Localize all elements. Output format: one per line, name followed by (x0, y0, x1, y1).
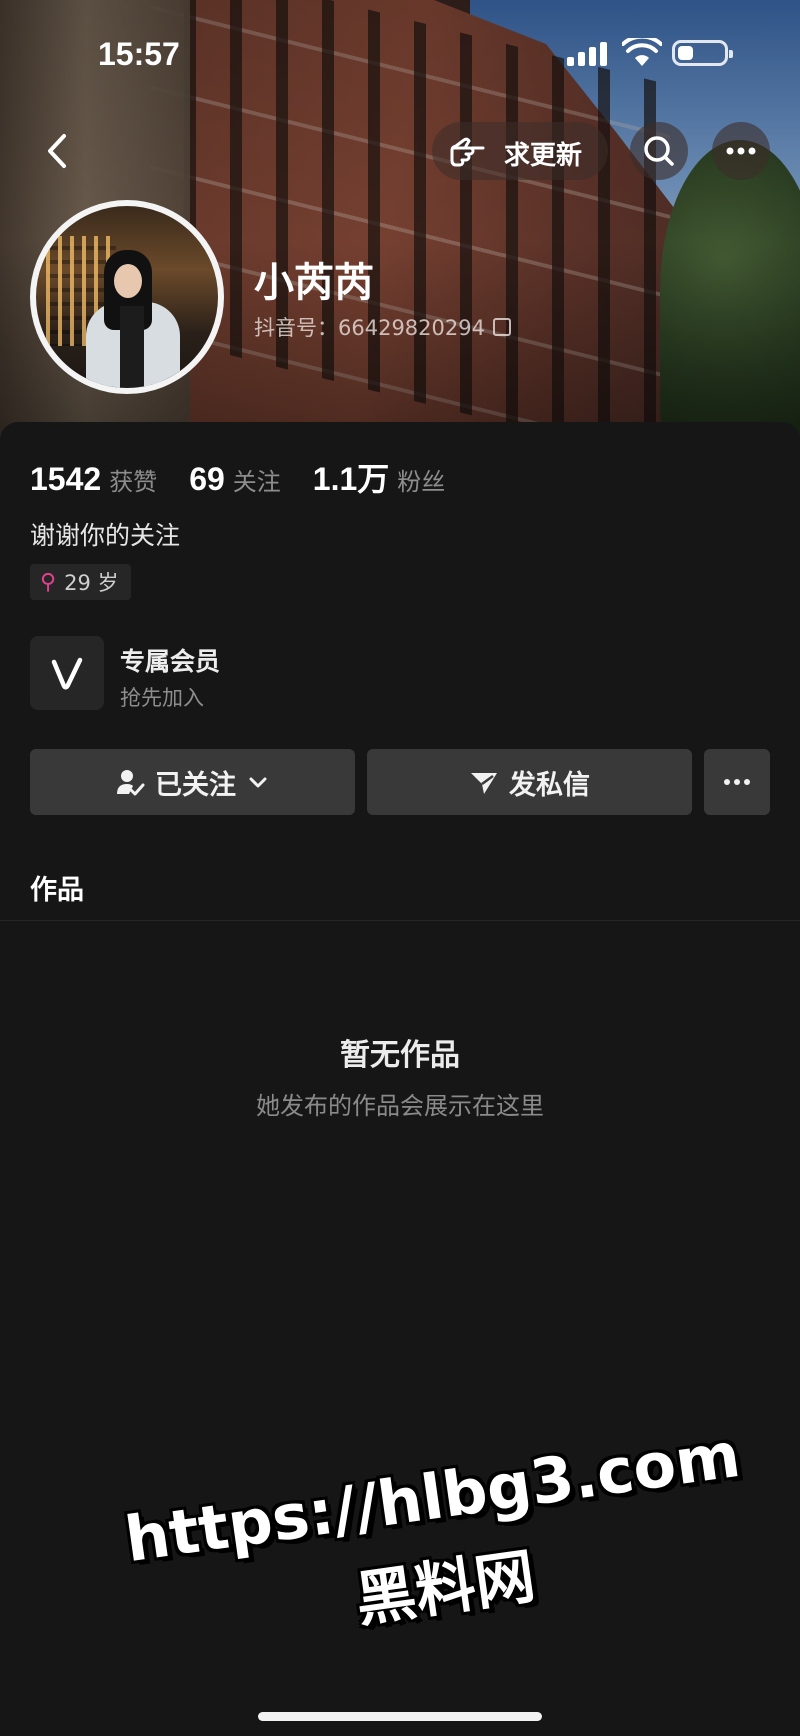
more-dots-icon (726, 147, 756, 155)
chevron-left-icon (48, 134, 66, 168)
stat-likes[interactable]: 1542 获赞 (30, 461, 157, 498)
followed-label: 已关注 (155, 769, 236, 801)
stat-likes-label: 获赞 (109, 468, 158, 496)
search-icon (644, 136, 674, 166)
profile-bio: 谢谢你的关注 (30, 521, 181, 550)
send-message-button[interactable]: 发私信 (367, 749, 692, 815)
stat-following-label: 关注 (232, 468, 281, 496)
send-message-label: 发私信 (509, 769, 590, 801)
paper-plane-icon (471, 773, 497, 794)
back-button[interactable] (34, 126, 84, 176)
age-tag: ⚲ 29 岁 (30, 564, 131, 600)
chevron-down-icon (249, 777, 267, 788)
search-button[interactable] (630, 122, 688, 180)
divider (0, 920, 800, 921)
empty-state-subtitle: 她发布的作品会展示在这里 (256, 1092, 544, 1120)
empty-state-title: 暂无作品 (340, 1038, 460, 1073)
avatar[interactable] (30, 200, 224, 394)
stat-following[interactable]: 69 关注 (189, 461, 281, 498)
female-symbol-icon: ⚲ (40, 569, 57, 595)
stat-followers-label: 粉丝 (397, 468, 446, 496)
profile-name: 小芮芮 (254, 260, 374, 306)
stat-followers[interactable]: 1.1万 粉丝 (313, 454, 446, 500)
stat-following-value: 69 (189, 461, 225, 497)
more-menu-button[interactable] (712, 122, 770, 180)
v-badge-icon (51, 657, 83, 690)
stats-row: 1542 获赞 69 关注 1.1万 粉丝 (30, 454, 477, 500)
membership-subtitle: 抢先加入 (120, 686, 204, 710)
more-actions-button[interactable] (704, 749, 770, 815)
pointing-hand-icon (450, 137, 485, 167)
membership-tile (30, 636, 104, 710)
request-update-button[interactable]: 求更新 (432, 122, 608, 180)
wifi-icon (622, 38, 662, 66)
user-check-icon (117, 770, 145, 796)
battery-icon (672, 40, 733, 66)
followed-button[interactable]: 已关注 (30, 749, 355, 815)
cellular-signal-icon (567, 42, 611, 66)
tab-works[interactable]: 作品 (30, 868, 84, 907)
membership-title: 专属会员 (120, 647, 221, 676)
more-dots-icon (724, 779, 750, 785)
status-time: 15:57 (98, 36, 180, 72)
status-bar: 15:57 (0, 0, 800, 100)
home-indicator[interactable] (258, 1712, 542, 1721)
battery-level (678, 46, 693, 60)
stat-followers-value: 1.1万 (312, 461, 390, 497)
copy-icon[interactable] (492, 318, 511, 336)
douyin-id[interactable]: 抖音号：66429820294 (254, 312, 511, 342)
request-update-label: 求更新 (504, 141, 583, 171)
age-tag-text: 29 岁 (64, 571, 119, 595)
membership-entry[interactable]: 专属会员 抢先加入 (30, 636, 430, 712)
stat-likes-value: 1542 (30, 461, 102, 497)
douyin-id-text: 抖音号：66429820294 (254, 316, 485, 340)
